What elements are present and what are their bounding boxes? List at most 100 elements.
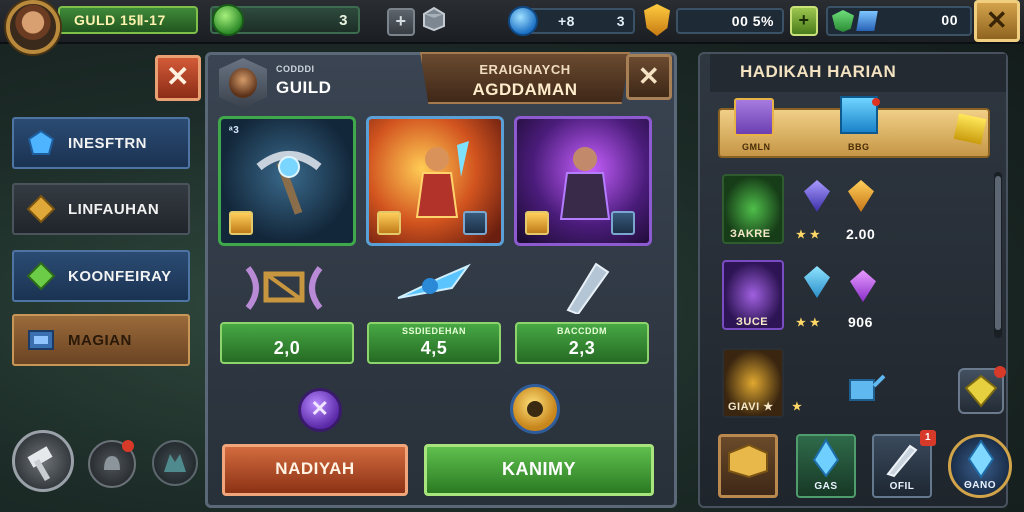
blue-crystal-icon (812, 438, 840, 478)
banner-close-button[interactable]: ✕ (626, 54, 672, 100)
wolf-button[interactable] (152, 440, 198, 486)
reward-row-label: GIAVI ★ (728, 401, 774, 413)
rarity-badge (377, 211, 401, 235)
hammer-icon (27, 446, 53, 482)
class-badge (611, 211, 635, 235)
rarity-badge (229, 211, 253, 235)
rarity-badge (525, 211, 549, 235)
gem-shop-button[interactable] (958, 366, 1006, 414)
ofil-button[interactable]: 1 OFIL (872, 430, 936, 498)
event-banner: ERAIGNAYCH AGDDAMAN (420, 52, 630, 104)
green-gem-icon (212, 4, 244, 36)
chest-icon[interactable] (420, 4, 448, 32)
blue-gem-icon (508, 6, 538, 36)
guild-title: GUILD (276, 78, 332, 97)
stat-value: 2,0 (273, 338, 301, 358)
percent-value: 00 5% (731, 13, 774, 29)
player-avatar[interactable] (6, 0, 60, 54)
percent-counter[interactable]: 00 5% (676, 8, 784, 34)
bottom-label: ΘANO (964, 480, 996, 491)
wolf-icon (164, 454, 186, 472)
card-tag: ᵃ3 (229, 125, 240, 136)
scroll-icon (28, 330, 54, 350)
ice-crystal-icon (967, 439, 995, 479)
sidebar-item-3[interactable]: KOONFEIRAY (12, 250, 190, 302)
gold-gem-icon (953, 113, 987, 145)
star-rating: ★ ★ (796, 229, 821, 241)
guild-level-pill[interactable]: GULD 15Ⅱ-17 (58, 6, 198, 34)
reward-label: GMLN (742, 142, 771, 152)
bell-button[interactable] (88, 440, 136, 488)
hero-card-3[interactable] (514, 116, 652, 246)
sidebar-item-label: MAGIAN (68, 331, 132, 349)
sidebar-close-button[interactable]: ✕ (155, 55, 201, 101)
watering-can-icon (849, 374, 886, 401)
class-badge (463, 211, 487, 235)
gas-button[interactable]: GAS (796, 434, 856, 498)
banner-line-2: AGDDAMAN (472, 80, 578, 99)
spear-icon[interactable] (392, 258, 472, 314)
stat-value: 2,3 (568, 338, 596, 358)
notification-dot (994, 366, 1006, 378)
emblem-face-icon (527, 401, 543, 417)
notification-dot (872, 98, 880, 106)
star-rating: ★ (792, 401, 803, 413)
hero-card-1[interactable]: ᵃ3 (218, 116, 356, 246)
add-green-button[interactable]: + (790, 6, 818, 36)
blue-gem-value-2: 3 (616, 13, 625, 29)
emerald-value: 00 (941, 12, 958, 28)
crystal-icon (856, 11, 878, 31)
green-gem-value: 3 (339, 12, 348, 29)
close-icon[interactable]: ✕ (974, 0, 1020, 42)
blade-icon[interactable] (548, 258, 628, 314)
sidebar-item-label: KOONFEIRAY (68, 267, 172, 285)
reward-row-label: ЗAKRE (730, 228, 771, 240)
stat-sub: BACCDDM (557, 326, 607, 336)
purple-swords-button[interactable]: ✕ (298, 388, 342, 432)
reward-row-value: 2.00 (846, 226, 876, 242)
reward-row-value: 906 (848, 314, 873, 330)
reward-row-label: ЗUCE (736, 316, 769, 328)
emerald-icon (832, 10, 854, 32)
hammer-button[interactable] (12, 430, 74, 492)
guild-level-label: GULD 15Ⅱ-17 (74, 11, 166, 28)
sidebar-item-label: LINFAUHAN (68, 200, 160, 218)
stat-sub: SSDIEDEHAN (401, 326, 466, 336)
stat-value: 4,5 (420, 338, 448, 358)
dark-knight-icon (559, 147, 611, 220)
stat-box-3: BACCDDM 2,3 (515, 322, 649, 364)
gold-diamond-icon (26, 194, 56, 224)
green-diamond-icon (26, 261, 56, 291)
crystal-round-button[interactable]: ΘANO (948, 434, 1012, 498)
green-gem-counter[interactable]: 3 (210, 4, 360, 36)
pickaxe-icon (256, 151, 322, 215)
panel-title: HADIKAH HARIAN (740, 62, 897, 81)
add-button[interactable]: + (387, 8, 415, 36)
guild-subtitle: CODDDI (276, 64, 315, 74)
crossbow-icon[interactable] (244, 258, 324, 314)
star-rating: ★ ★ (796, 317, 821, 329)
sidebar-item-4[interactable]: MAGIAN (12, 314, 190, 366)
sidebar-item-2[interactable]: LINFAUHAN (12, 183, 190, 235)
sidebar-item-1[interactable]: INESFTRN (12, 117, 190, 169)
purple-chest-icon (734, 98, 774, 136)
bottom-label: GAS (814, 481, 838, 492)
gold-emblem-button[interactable] (510, 384, 560, 434)
primary-action-button[interactable]: KANIMY (424, 444, 654, 496)
banner-line-1: ERAIGNAYCH (479, 62, 571, 77)
stat-box-1: 2,0 (220, 322, 354, 364)
hero-card-2[interactable] (366, 116, 504, 246)
notification-dot (122, 440, 134, 452)
warrior-hero-icon (415, 141, 469, 218)
bottom-label: OFIL (889, 481, 915, 492)
reward-label: BBG (848, 142, 870, 152)
sidebar-item-label: INESFTRN (68, 134, 147, 152)
scrollbar-thumb[interactable] (995, 176, 1001, 330)
chest-button[interactable] (718, 434, 778, 498)
crystal-icon (27, 129, 55, 155)
emerald-counter[interactable]: 00 (826, 6, 972, 36)
blue-gem-value: +8 (558, 13, 575, 29)
secondary-action-button[interactable]: NADIYAH (222, 444, 408, 496)
reward-strip[interactable]: GMLN BBG (718, 96, 990, 158)
gold-block-icon (728, 443, 768, 479)
